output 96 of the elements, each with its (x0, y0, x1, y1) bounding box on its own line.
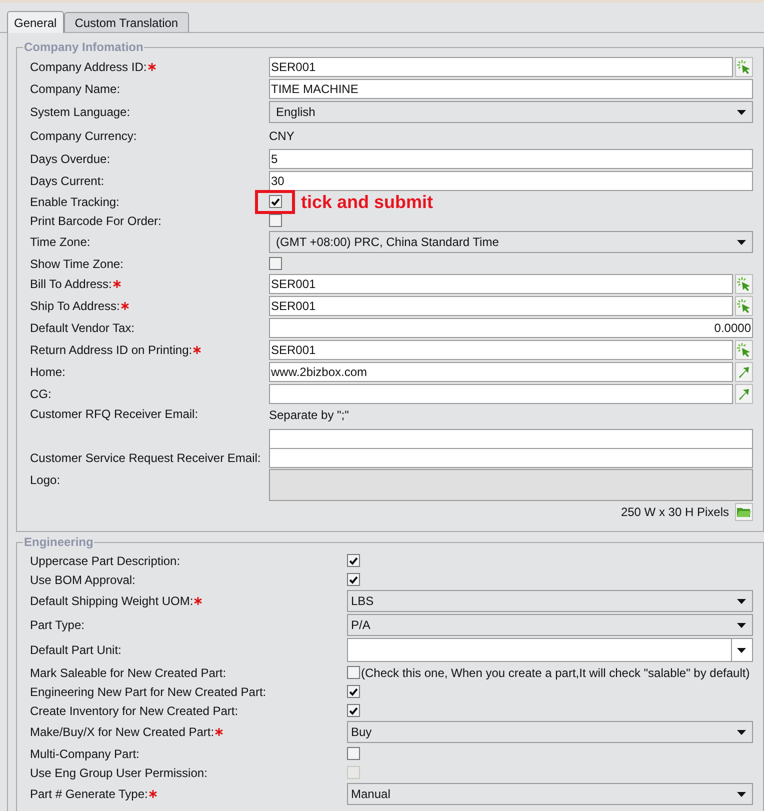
field-label: Ship To Address: (30, 298, 120, 315)
arrow-icon (737, 365, 751, 379)
dropdown[interactable] (347, 638, 753, 662)
cursor-sparkle-icon (737, 60, 751, 74)
input-field[interactable]: SER001 (269, 274, 733, 294)
field-label: Logo: (30, 472, 60, 489)
field-label: Create Inventory for New Created Part: (30, 702, 238, 720)
link-button[interactable] (735, 384, 753, 404)
field-value: CNY (269, 128, 294, 145)
field-label: Default Shipping Weight UOM: (30, 593, 194, 610)
annotation-text: tick and submit (301, 192, 434, 212)
size-hint: 250 W x 30 H Pixels (620, 504, 729, 521)
checkbox[interactable] (268, 195, 282, 208)
field-label: Part # Generate Type: (30, 786, 148, 803)
input-field[interactable]: SER001 (269, 296, 733, 316)
link-button[interactable] (735, 362, 753, 382)
field-label: Company Address ID: (30, 59, 147, 76)
picker-button[interactable] (735, 296, 753, 316)
field-label: Home: (30, 364, 66, 381)
caret-icon (737, 598, 746, 604)
dropdown[interactable]: Buy (347, 721, 753, 743)
arrow-icon (737, 387, 751, 401)
caret-icon (737, 240, 746, 244)
cursor-sparkle-icon (737, 299, 751, 313)
field-label: Return Address ID on Printing: (30, 342, 192, 359)
picker-button[interactable] (735, 340, 753, 360)
checkbox[interactable] (347, 747, 360, 760)
checkbox[interactable] (347, 666, 360, 679)
field-label: Show Time Zone: (30, 256, 124, 272)
required-icon (215, 728, 224, 736)
field-label: System Language: (30, 104, 130, 121)
required-icon (112, 280, 121, 288)
caret-icon (737, 622, 746, 628)
dropdown[interactable]: English (269, 101, 753, 123)
field-label: Mark Saleable for New Created Part: (30, 664, 226, 682)
field-label: Engineering New Part for New Created Part: (30, 684, 266, 700)
checkbox[interactable] (269, 214, 282, 227)
hint-text: Separate by ";" (269, 407, 350, 424)
required-icon (193, 346, 202, 354)
checkbox[interactable] (347, 704, 360, 717)
dropdown[interactable]: LBS (347, 590, 753, 612)
dropdown[interactable]: (GMT +08:00) PRC, China Standard Time (269, 231, 753, 253)
required-icon (194, 597, 202, 605)
caret-icon (737, 110, 746, 114)
input-field[interactable] (269, 429, 753, 449)
field-label: Time Zone: (30, 234, 90, 251)
field-label: Multi-Company Part: (30, 746, 140, 762)
field-label: Customer RFQ Receiver Email: (30, 406, 198, 423)
field-label: Use Eng Group User Permission: (30, 764, 208, 782)
cursor-sparkle-icon (737, 277, 751, 291)
field-label: Default Vendor Tax: (30, 320, 135, 337)
field-label: Company Name: (30, 81, 120, 98)
required-icon (148, 790, 157, 798)
field-label: Default Part Unit: (30, 642, 122, 659)
tab[interactable]: Custom Translation (64, 12, 190, 32)
field-label: Print Barcode For Order: (30, 212, 162, 230)
dropdown[interactable]: Manual (347, 783, 753, 805)
section-title: Engineering (23, 535, 94, 549)
input-field[interactable]: SER001 (269, 340, 733, 360)
input-field[interactable]: SER001 (269, 57, 733, 77)
checkbox[interactable] (347, 685, 360, 698)
picker-button[interactable] (735, 57, 753, 77)
folder-button[interactable] (735, 503, 753, 521)
folder-icon (737, 506, 751, 518)
field-label: Uppercase Part Description: (30, 552, 180, 570)
field-label: Customer Service Request Receiver Email: (30, 450, 261, 467)
field-label: Enable Tracking: (30, 194, 120, 210)
field-label: CG: (30, 386, 52, 403)
checkbox[interactable] (347, 554, 360, 567)
caret-icon (737, 792, 746, 796)
cursor-sparkle-icon (737, 343, 751, 357)
input-field[interactable] (269, 448, 753, 468)
input-field[interactable]: www.2bizbox.com (269, 362, 733, 382)
section-title: Company Infomation (23, 40, 144, 54)
checkbox[interactable] (269, 257, 282, 270)
caret-icon (737, 730, 746, 734)
field-label: Bill To Address: (30, 276, 112, 293)
required-icon (120, 302, 129, 310)
required-icon (148, 63, 156, 71)
tab[interactable]: General (7, 11, 64, 33)
dropdown[interactable]: P/A (347, 614, 753, 636)
field-label: Days Overdue: (30, 151, 110, 168)
input-field[interactable]: 5 (269, 149, 753, 169)
hint-text: (Check this one, When you create a part,It will check "salable" by default) (361, 664, 750, 682)
field-label: Make/Buy/X for New Created Part: (30, 724, 214, 741)
input-field[interactable] (269, 384, 733, 404)
caret-icon (737, 648, 746, 652)
field-label: Days Current: (30, 173, 104, 190)
field-label: Company Currency: (30, 128, 137, 145)
field-label: Use BOM Approval: (30, 572, 136, 588)
input-field[interactable]: 30 (269, 171, 753, 191)
field-label: Part Type: (30, 617, 84, 634)
picker-button[interactable] (735, 274, 753, 294)
input-field[interactable]: 0.0000 (269, 318, 753, 338)
checkbox[interactable] (347, 573, 360, 586)
input-field[interactable]: TIME MACHINE (269, 79, 753, 99)
